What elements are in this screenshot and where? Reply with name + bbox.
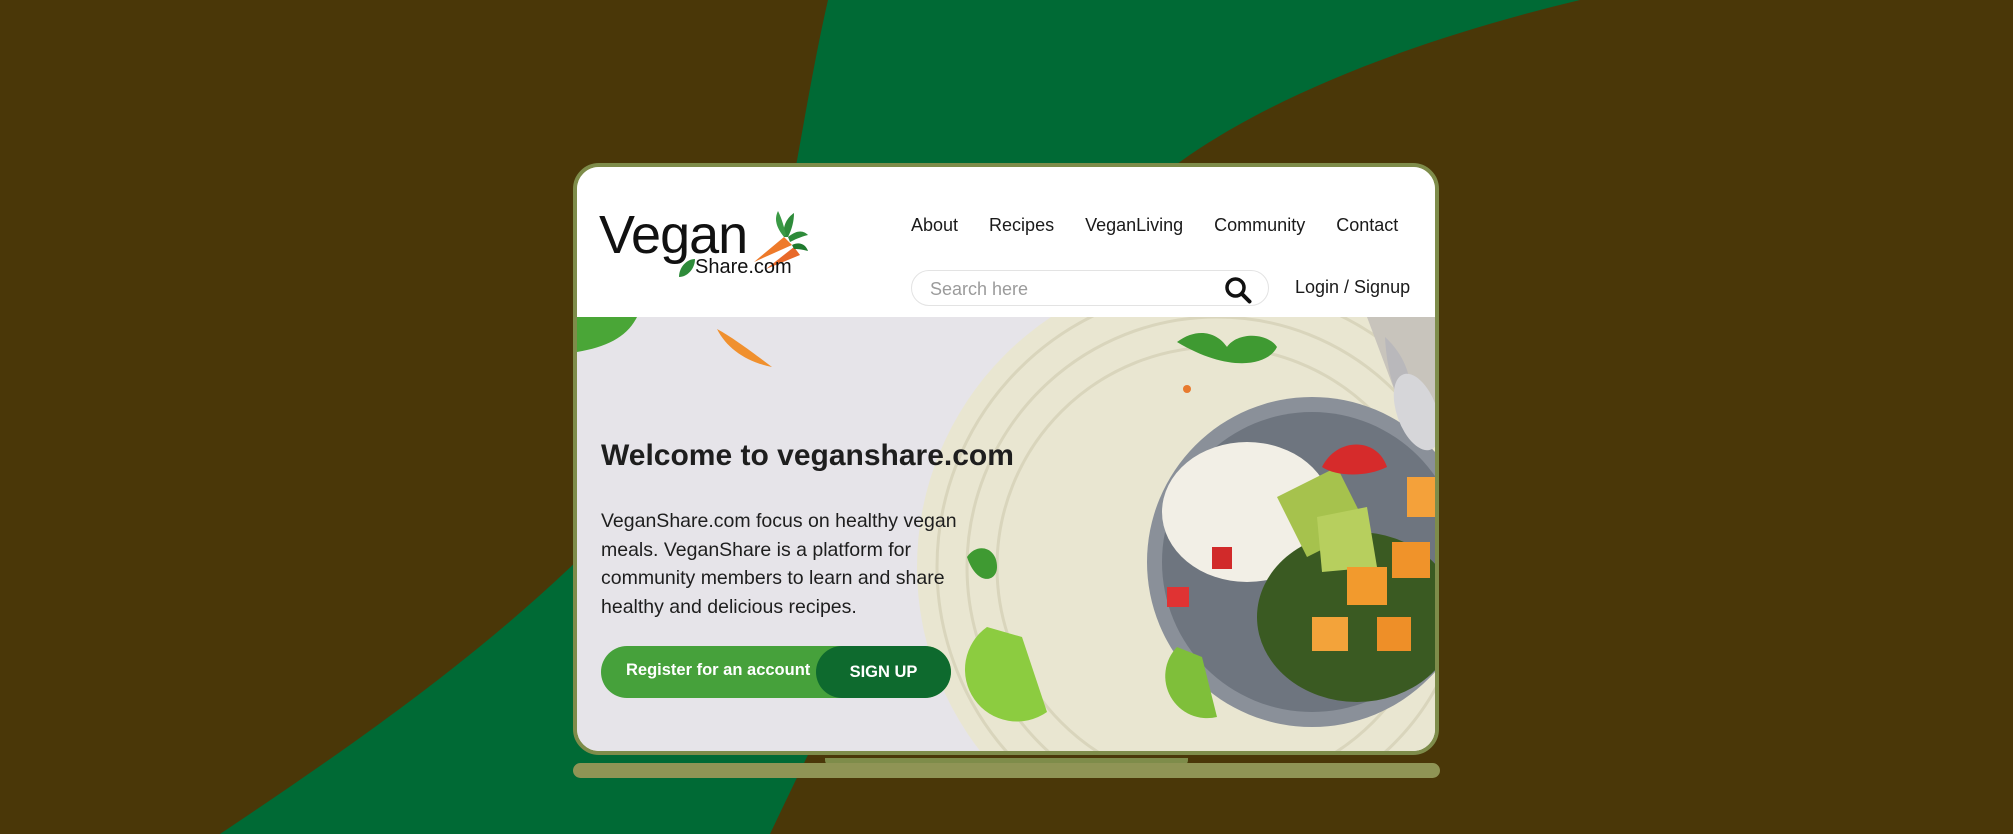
- hero-section: Welcome to veganshare.com VeganShare.com…: [577, 317, 1435, 751]
- nav-contact[interactable]: Contact: [1336, 213, 1398, 237]
- search-box: [911, 270, 1269, 306]
- laptop-screen: Vegan Share.com About Recipes VeganLivin…: [573, 163, 1439, 755]
- veganshare-logo[interactable]: Vegan Share.com: [599, 205, 814, 285]
- login-signup-link[interactable]: Login / Signup: [1295, 277, 1410, 298]
- main-nav: About Recipes VeganLiving Community Cont…: [911, 213, 1398, 237]
- hero-title: Welcome to veganshare.com: [601, 439, 1014, 472]
- sign-up-button[interactable]: SIGN UP: [816, 646, 951, 698]
- nav-community[interactable]: Community: [1214, 213, 1305, 237]
- search-icon[interactable]: [1224, 276, 1252, 304]
- register-cta[interactable]: Register for an account SIGN UP: [601, 646, 951, 698]
- search-input[interactable]: [928, 276, 1222, 302]
- register-cta-label: Register for an account: [626, 661, 811, 679]
- nav-about[interactable]: About: [911, 213, 958, 237]
- nav-recipes[interactable]: Recipes: [989, 213, 1054, 237]
- laptop-base: [573, 763, 1440, 778]
- logo-subtitle: Share.com: [695, 256, 792, 278]
- site-header: Vegan Share.com About Recipes VeganLivin…: [577, 167, 1435, 317]
- hero-description: VeganShare.com focus on healthy vegan me…: [601, 510, 957, 618]
- leaf-icon: [679, 259, 695, 277]
- nav-veganliving[interactable]: VeganLiving: [1085, 213, 1183, 237]
